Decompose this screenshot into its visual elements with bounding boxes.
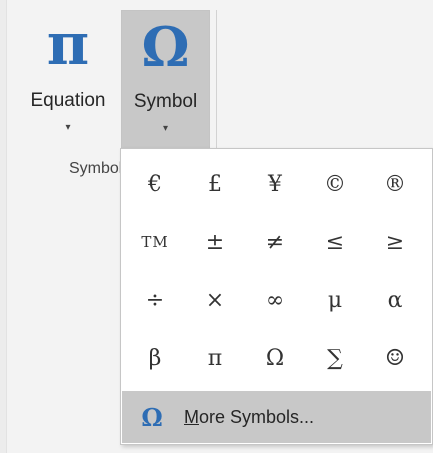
chevron-down-icon: ▾ <box>162 123 169 134</box>
pi-icon: π <box>46 10 90 78</box>
symbol-label: Symbol <box>133 91 198 112</box>
symbol-copyright[interactable]: © <box>305 155 365 213</box>
symbol-omega[interactable]: Ω <box>245 329 305 387</box>
symbol-pi[interactable]: π <box>185 329 245 387</box>
symbol-multiply[interactable]: × <box>185 271 245 329</box>
symbol-smiley[interactable]: ☺ <box>365 329 425 387</box>
equation-label: Equation <box>30 90 106 111</box>
symbol-registered[interactable]: ® <box>365 155 425 213</box>
equation-button[interactable]: π Equation ▾ <box>18 10 118 155</box>
symbol-dropdown: € £ ¥ © ® TM ± ≠ ≤ ≥ ÷ × ∞ μ α β π Ω ∑ ☺… <box>120 148 433 445</box>
more-symbols-label-rest: ore Symbols... <box>199 406 315 427</box>
symbol-plus-minus[interactable]: ± <box>185 213 245 271</box>
symbol-greater-equal[interactable]: ≥ <box>365 213 425 271</box>
group-label-symbols: Symbols <box>69 160 123 177</box>
symbol-trademark[interactable]: TM <box>125 213 185 271</box>
symbol-less-equal[interactable]: ≤ <box>305 213 365 271</box>
symbol-alpha[interactable]: α <box>365 271 425 329</box>
symbol-button[interactable]: Ω Symbol ▾ <box>121 10 210 155</box>
more-symbols-label: More Symbols... <box>184 407 314 428</box>
symbol-summation[interactable]: ∑ <box>305 329 365 387</box>
more-symbols-accelerator: M <box>184 406 199 427</box>
omega-icon: Ω <box>141 402 163 432</box>
more-symbols-button[interactable]: Ω More Symbols... <box>122 391 431 443</box>
symbol-mu[interactable]: μ <box>305 271 365 329</box>
ribbon-left-edge <box>0 0 7 453</box>
omega-icon: Ω <box>141 15 190 79</box>
symbol-euro[interactable]: € <box>125 155 185 213</box>
symbol-beta[interactable]: β <box>125 329 185 387</box>
symbol-divide[interactable]: ÷ <box>125 271 185 329</box>
symbol-grid: € £ ¥ © ® TM ± ≠ ≤ ≥ ÷ × ∞ μ α β π Ω ∑ ☺ <box>125 155 425 387</box>
symbol-pound[interactable]: £ <box>185 155 245 213</box>
symbol-yen[interactable]: ¥ <box>245 155 305 213</box>
symbol-infinity[interactable]: ∞ <box>245 271 305 329</box>
symbol-not-equal[interactable]: ≠ <box>245 213 305 271</box>
chevron-down-icon: ▾ <box>65 122 71 133</box>
